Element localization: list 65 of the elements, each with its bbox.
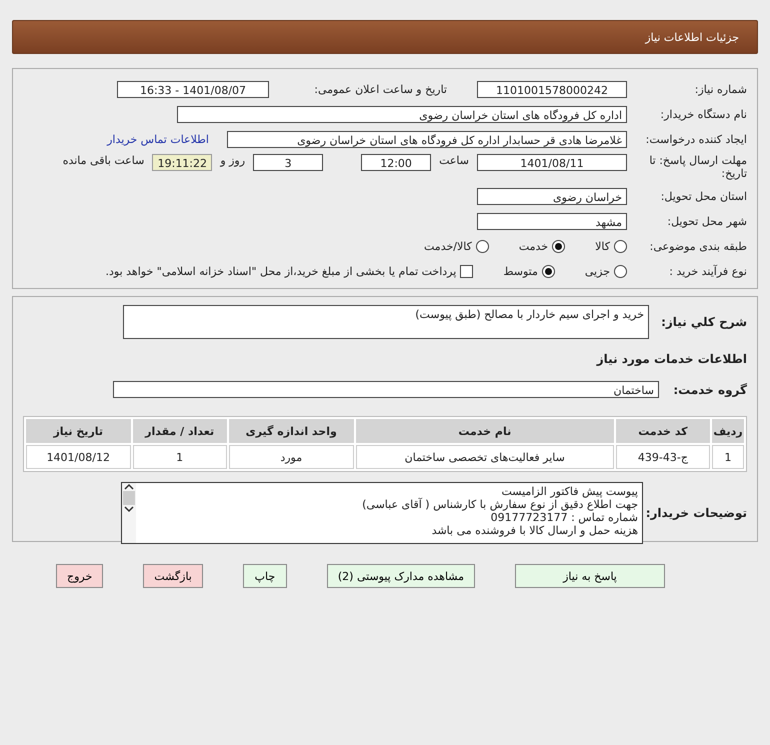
chevron-down-icon[interactable] bbox=[124, 505, 134, 513]
column-header: نام خدمت bbox=[356, 419, 614, 443]
remaining-time-field: 19:11:22 bbox=[152, 154, 212, 171]
radio-label: کالا bbox=[595, 240, 610, 253]
field-label: تاریخ و ساعت اعلان عمومی: bbox=[313, 83, 447, 96]
table-cell: 1 bbox=[712, 445, 744, 469]
field-label: شماره نیاز: bbox=[694, 83, 747, 96]
checkbox[interactable] bbox=[460, 265, 474, 278]
field-label: ایجاد کننده درخواست: bbox=[644, 133, 747, 146]
radio-button[interactable] bbox=[476, 240, 489, 253]
column-header: واحد اندازه گیری bbox=[228, 419, 354, 443]
deadline-date-field: 1401/08/11 bbox=[477, 154, 627, 171]
service-group-field: ساختمان bbox=[113, 381, 659, 398]
action-button[interactable]: بازگشت bbox=[143, 564, 203, 588]
notes-line: پیوست پیش فاکتور الزامیست bbox=[500, 485, 638, 498]
notes-line: جهت اطلاع دقیق از نوع سفارش با کارشناس ( آقای عباسی) bbox=[361, 498, 638, 511]
radio-label: متوسط bbox=[503, 265, 538, 278]
action-button[interactable]: چاپ bbox=[242, 564, 287, 588]
table-cell: سایر فعالیت‌های تخصصی ساختمان bbox=[356, 445, 614, 469]
field-label: شرح کلي نياز: bbox=[660, 315, 747, 329]
table-cell: مورد bbox=[228, 445, 354, 469]
city-field: مشهد bbox=[477, 213, 627, 230]
column-header: تعداد / مقدار bbox=[132, 419, 227, 443]
field-label: استان محل تحویل: bbox=[660, 190, 747, 203]
requester-field: غلامرضا هادی قر حسابدار اداره کل فرودگاه های استان خراسان رضوی bbox=[227, 131, 627, 148]
time-label: ساعت bbox=[439, 154, 469, 167]
chevron-up-icon[interactable] bbox=[124, 483, 134, 491]
radio-button[interactable] bbox=[542, 265, 555, 278]
notes-line: شماره تماس : 09177723177 bbox=[490, 511, 638, 524]
page-title: جزئیات اطلاعات نیاز bbox=[645, 30, 739, 44]
radio-label: کالا/خدمت bbox=[424, 240, 472, 253]
table-cell: 1 bbox=[132, 445, 227, 469]
radio-button[interactable] bbox=[614, 265, 627, 278]
scrollbar[interactable] bbox=[122, 483, 136, 543]
column-header: تاریخ نیاز bbox=[26, 419, 131, 443]
description-field: خرید و اجرای سیم خاردار با مصالح (طبق پیوست) bbox=[123, 305, 649, 339]
column-header: کد خدمت bbox=[616, 419, 710, 443]
field-label: گروه خدمت: bbox=[672, 382, 747, 396]
action-button[interactable]: خروج bbox=[56, 564, 104, 588]
table-cell: ج-43-439 bbox=[616, 445, 710, 469]
buyer-org-field: اداره کل فرودگاه های استان خراسان رضوی bbox=[177, 106, 627, 123]
action-button[interactable]: پاسخ به نیاز bbox=[515, 564, 665, 588]
need-number-field: 1101001578000242 bbox=[477, 81, 627, 98]
field-label: نام دستگاه خریدار: bbox=[659, 108, 747, 121]
column-header: ردیف bbox=[712, 419, 744, 443]
field-label: شهر محل تحویل: bbox=[666, 215, 747, 228]
remaining-label: ساعت باقی مانده bbox=[62, 154, 144, 167]
announce-date-field: 1401/08/07 - 16:33 bbox=[117, 81, 269, 98]
checkbox-label: پرداخت تمام یا بخشی از مبلغ خرید،از محل "اسناد خزانه اسلامی" خواهد بود. bbox=[106, 265, 456, 278]
field-label: مهلت ارسال پاسخ: تا تاریخ: bbox=[648, 154, 747, 180]
radio-label: خدمت bbox=[518, 240, 548, 253]
radio-button[interactable] bbox=[552, 240, 566, 253]
radio-label: جزیی bbox=[584, 265, 610, 278]
section-title: اطلاعات خدمات مورد نیاز bbox=[596, 352, 747, 366]
action-button[interactable]: مشاهده مدارک پیوستی (2) bbox=[326, 564, 475, 588]
province-field: خراسان رضوی bbox=[477, 188, 627, 205]
field-label: طبقه بندی موضوعی: bbox=[648, 240, 747, 253]
days-label: روز و bbox=[220, 154, 246, 167]
radio-button[interactable] bbox=[614, 240, 627, 253]
days-field: 3 bbox=[253, 154, 324, 171]
time-field: 12:00 bbox=[361, 154, 432, 171]
contact-link[interactable]: اطلاعات تماس خریدار bbox=[107, 133, 209, 146]
field-label: نوع فرآیند خرید : bbox=[668, 265, 747, 278]
table-cell: 1401/08/12 bbox=[26, 445, 131, 469]
notes-line: هزینه حمل و ارسال کالا با فروشنده می باشد bbox=[430, 524, 638, 537]
